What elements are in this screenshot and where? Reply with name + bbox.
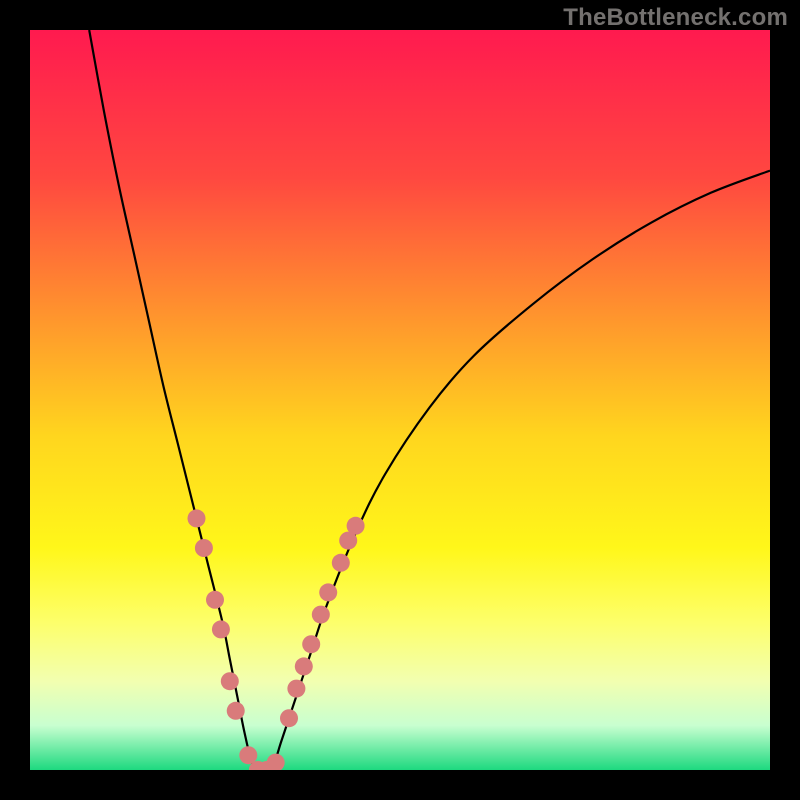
marker-dot	[280, 709, 298, 727]
chart-background	[30, 30, 770, 770]
watermark-text: TheBottleneck.com	[563, 4, 788, 32]
marker-dot	[188, 509, 206, 527]
marker-dot	[302, 635, 320, 653]
chart-svg	[30, 30, 770, 770]
plot-area	[30, 30, 770, 770]
marker-dot	[221, 672, 239, 690]
marker-dot	[347, 517, 365, 535]
marker-dot	[227, 702, 245, 720]
marker-dot	[212, 620, 230, 638]
marker-dot	[206, 591, 224, 609]
marker-dot	[295, 657, 313, 675]
marker-dot	[332, 554, 350, 572]
marker-dot	[319, 583, 337, 601]
marker-dot	[312, 606, 330, 624]
marker-dot	[239, 746, 257, 764]
marker-dot	[195, 539, 213, 557]
marker-dot	[287, 680, 305, 698]
